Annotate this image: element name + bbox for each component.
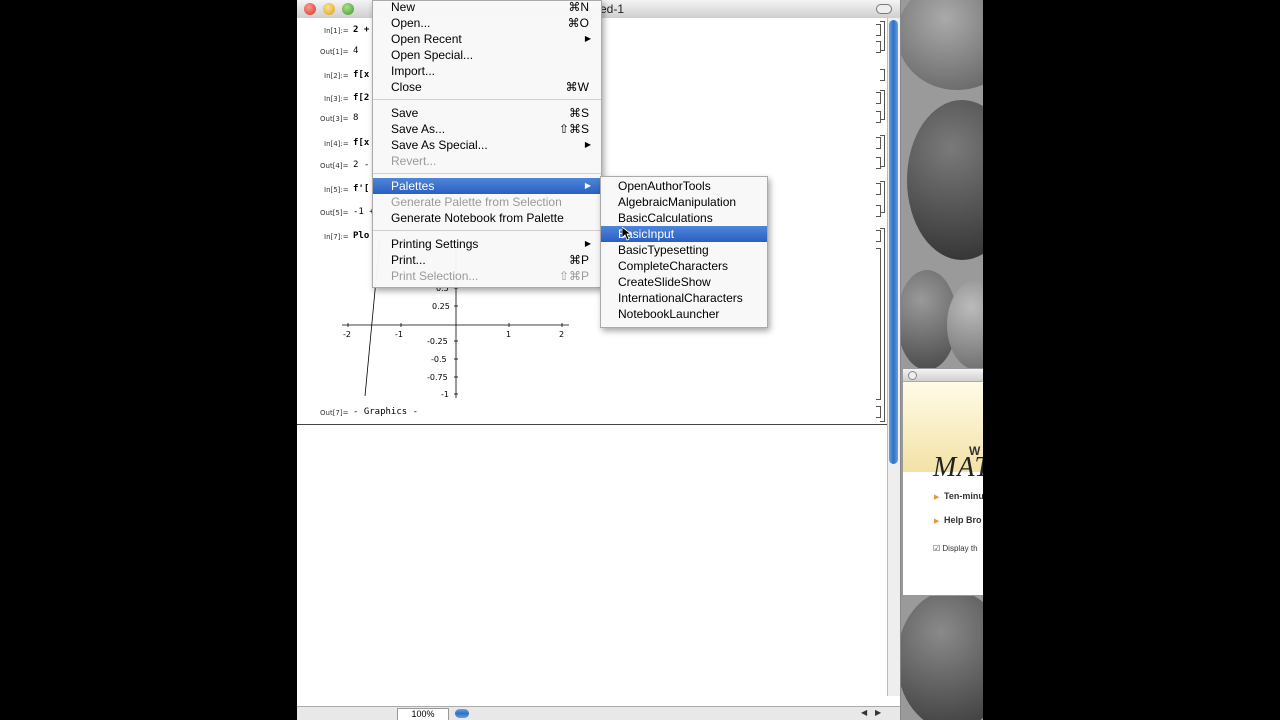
y-tick-label: -0.75 [427,373,448,382]
menu-item-open-recent[interactable]: Open Recent ▶ [373,31,601,47]
input-cell[interactable]: f[2 [353,93,369,103]
scroll-right-icon[interactable]: ▶ [875,708,881,717]
checkbox-icon[interactable]: ☑ [933,544,940,553]
submenu-item-createslideshow[interactable]: CreateSlideShow [601,274,767,290]
menu-item-open-special[interactable]: Open Special... [373,47,601,63]
submenu-arrow-icon: ▶ [584,181,591,190]
submenu-item-basictypesetting[interactable]: BasicTypesetting [601,242,767,258]
welcome-link[interactable]: Help Bro [944,515,982,525]
y-tick-label: -0.5 [431,355,447,364]
close-window-button[interactable] [304,3,316,15]
welcome-link[interactable]: Ten-minu [944,491,983,501]
output-cell: 8 [353,113,359,123]
menu-item-palettes[interactable]: Palettes ▶ [373,178,601,194]
submenu-item-algebraicmanipulation[interactable]: AlgebraicManipulation [601,194,767,210]
toolbar-toggle-button[interactable] [876,4,892,14]
cell-label: Out[7]= [320,409,349,417]
vertical-scrollbar[interactable] [887,18,900,696]
submenu-item-notebooklauncher[interactable]: NotebookLauncher [601,306,767,322]
menu-item-new[interactable]: New ⌘N [373,0,601,15]
cell-label: In[2]:= [324,72,349,80]
horizontal-scrollbar[interactable]: 100% ◀ ▶ [297,706,900,720]
file-menu: New ⌘N Open... ⌘O Open Recent ▶ Open Specia… [372,0,602,288]
notebook-title: ed-1 [600,2,625,16]
submenu-item-internationalcharacters[interactable]: InternationalCharacters [601,290,767,306]
palettes-submenu: OpenAuthorTools AlgebraicManipulation Ba… [600,176,768,328]
submenu-arrow-icon: ▶ [584,239,591,248]
menu-item-save-as-special[interactable]: Save As Special... ▶ [373,137,601,153]
cell-label: In[5]:= [324,186,349,194]
x-tick-label: -1 [395,330,403,339]
menu-separator [373,173,601,174]
cell-label: In[4]:= [324,140,349,148]
cell-label: Out[4]= [320,162,349,170]
cell-label: Out[1]= [320,48,349,56]
menu-item-generate-palette: Generate Palette from Selection [391,195,562,209]
y-tick-label: 0.25 [432,302,450,311]
cell-label: Out[3]= [320,115,349,123]
triangle-right-icon: ▶ [934,518,940,525]
welcome-banner: W MAT [903,382,983,483]
submenu-item-basiccalculations[interactable]: BasicCalculations [601,210,767,226]
menu-item-close[interactable]: Close ⌘W [373,79,601,95]
submenu-item-completecharacters[interactable]: CompleteCharacters [601,258,767,274]
input-cell[interactable]: f[x [353,70,369,80]
submenu-item-openauthortools[interactable]: OpenAuthorTools [601,178,767,194]
welcome-checkbox[interactable]: ☑ Display th [933,544,978,553]
menu-item-print[interactable]: Print... ⌘P [373,252,601,268]
minimize-window-button[interactable] [323,3,335,15]
submenu-arrow-icon: ▶ [584,140,591,149]
y-tick-label: -1 [441,390,449,399]
cell-label: In[1]:= [324,27,349,35]
welcome-window: W MAT ▶ Ten-minu ▶ Help Bro ☑ Display th [902,368,983,596]
output-cell: 2 - [353,160,370,170]
y-tick-label: -0.25 [427,337,448,346]
welcome-logo-text: MAT [933,452,983,483]
input-cell[interactable]: f'[ [353,184,369,194]
cell-label: In[3]:= [324,95,349,103]
vertical-scroll-thumb[interactable] [889,20,898,464]
insertion-line [297,424,887,425]
mouse-cursor-icon [622,227,632,241]
screen: ed-1 In[1]:= 2 + Out[1]= 4 In[2]:= f[x I… [297,0,983,720]
checkbox-label: Display th [942,544,978,553]
zoom-window-button[interactable] [342,3,354,15]
menu-item-generate-notebook[interactable]: Generate Notebook from Palette [373,210,601,226]
menu-separator [373,99,601,100]
menu-item-printing-settings[interactable]: Printing Settings ▶ [373,236,601,252]
menu-item-save[interactable]: Save ⌘S [373,105,601,121]
menu-item-import[interactable]: Import... [373,63,601,79]
input-cell[interactable]: 2 + [353,25,369,35]
x-tick-label: 1 [506,330,511,339]
welcome-title-bar[interactable] [903,369,983,382]
scroll-left-icon[interactable]: ◀ [861,708,867,717]
zoom-level[interactable]: 100% [397,708,449,720]
submenu-arrow-icon: ▶ [584,34,591,43]
close-window-button[interactable] [908,371,917,380]
menu-item-save-as[interactable]: Save As... ⇧⌘S [373,121,601,137]
input-cell[interactable]: f[x [353,138,369,148]
output-cell: - Graphics - [353,407,419,417]
cell-label: Out[5]= [320,209,349,217]
menu-item-print-selection: Print Selection... ⇧⌘P [391,269,589,283]
x-tick-label: 2 [559,330,564,339]
menu-item-open[interactable]: Open... ⌘O [373,15,601,31]
horizontal-scroll-thumb[interactable] [455,709,469,718]
menu-item-revert: Revert... [391,154,437,168]
triangle-right-icon: ▶ [934,494,940,501]
x-tick-label: -2 [343,330,351,339]
menu-separator [373,230,601,231]
output-cell: 4 [353,46,359,56]
